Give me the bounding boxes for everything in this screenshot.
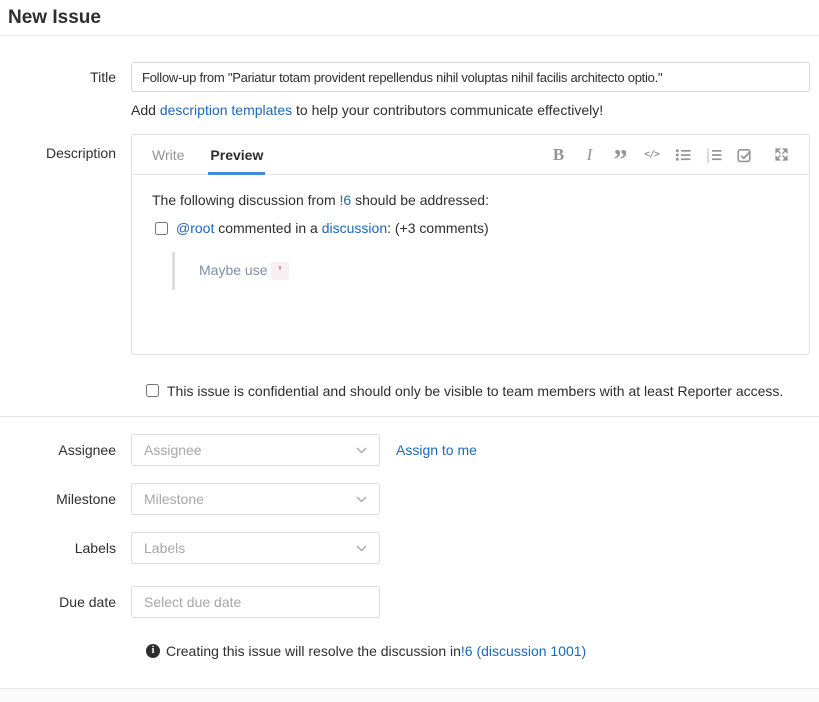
editor-tab-bar: Write Preview B I ” </>: [132, 135, 809, 175]
task-text: @root commented in a discussion: (+3 com…: [176, 219, 489, 238]
page-title: New Issue: [0, 0, 819, 30]
header-divider: [0, 35, 819, 36]
confidential-row: This issue is confidential and should on…: [146, 381, 810, 401]
quote-icon[interactable]: ”: [611, 135, 630, 175]
markdown-preview: The following discussion from !6 should …: [132, 175, 809, 290]
description-templates-link[interactable]: description templates: [160, 102, 292, 118]
footer-strip: [0, 688, 819, 702]
labels-label: Labels: [0, 540, 131, 556]
title-label: Title: [0, 62, 131, 119]
due-date-label: Due date: [0, 594, 131, 610]
milestone-row: Milestone Milestone: [0, 483, 819, 515]
fullscreen-icon[interactable]: [772, 135, 791, 175]
title-help-text: Add description templates to help your c…: [131, 101, 810, 119]
assignee-label: Assignee: [0, 442, 131, 458]
inline-code: ': [271, 262, 288, 280]
tab-write[interactable]: Write: [152, 135, 184, 174]
spacer: [0, 659, 819, 688]
title-input[interactable]: [131, 62, 810, 92]
task-list-icon[interactable]: [735, 135, 754, 175]
description-label: Description: [0, 134, 131, 355]
confidential-text: This issue is confidential and should on…: [167, 381, 783, 401]
resolve-note: i Creating this issue will resolve the d…: [146, 643, 810, 659]
title-help-prefix: Add: [131, 102, 160, 118]
markdown-editor: Write Preview B I ” </>: [131, 134, 810, 355]
labels-row: Labels Labels: [0, 532, 819, 564]
svg-text:3: 3: [706, 158, 709, 163]
due-date-input[interactable]: [131, 586, 380, 618]
info-icon: i: [146, 644, 160, 658]
confidential-checkbox[interactable]: [146, 384, 159, 397]
description-row: Description Write Preview B I ” </>: [0, 134, 819, 355]
discussion-link[interactable]: discussion: [322, 220, 387, 236]
milestone-label: Milestone: [0, 491, 131, 507]
resolve-discussion-link[interactable]: !6 (discussion 1001): [461, 643, 586, 659]
quoted-comment: Maybe use ': [172, 252, 789, 290]
chevron-down-icon: [356, 545, 367, 552]
user-link[interactable]: @root: [176, 220, 214, 236]
task-list-item: @root commented in a discussion: (+3 com…: [155, 219, 789, 238]
markdown-toolbar: B I ” </> 1 2: [537, 135, 791, 174]
title-row: Title Add description templates to help …: [0, 62, 819, 119]
labels-dropdown[interactable]: Labels: [131, 532, 380, 564]
assignee-row: Assignee Assignee Assign to me: [0, 434, 819, 466]
assign-to-me-link[interactable]: Assign to me: [396, 442, 477, 458]
assignee-dropdown[interactable]: Assignee: [131, 434, 380, 466]
chevron-down-icon: [356, 447, 367, 454]
bullet-list-icon[interactable]: [673, 135, 692, 175]
numbered-list-icon[interactable]: 1 2 3: [704, 135, 723, 175]
task-checkbox[interactable]: [155, 222, 168, 235]
section-divider: [0, 416, 819, 417]
italic-icon[interactable]: I: [580, 135, 599, 175]
code-icon[interactable]: </>: [642, 135, 661, 175]
new-issue-page: New Issue Title Add description template…: [0, 0, 819, 702]
tab-preview[interactable]: Preview: [210, 135, 263, 174]
merge-request-link[interactable]: !6: [340, 192, 352, 208]
title-help-suffix: to help your contributors communicate ef…: [292, 102, 603, 118]
due-date-row: Due date: [0, 586, 819, 618]
preview-intro: The following discussion from !6 should …: [152, 191, 789, 210]
bold-icon[interactable]: B: [549, 135, 568, 175]
chevron-down-icon: [356, 496, 367, 503]
milestone-dropdown[interactable]: Milestone: [131, 483, 380, 515]
